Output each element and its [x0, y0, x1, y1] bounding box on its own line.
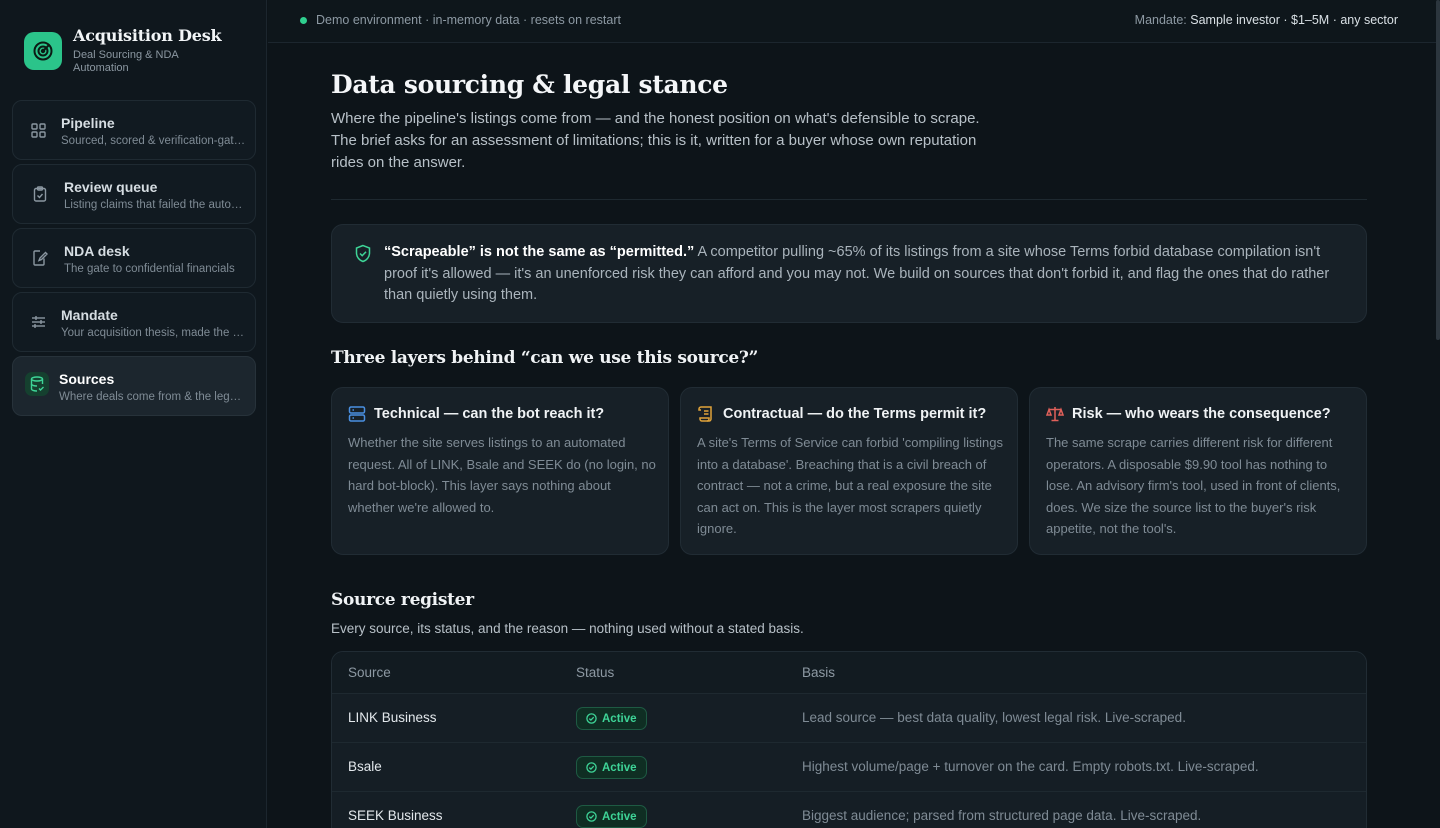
callout-text: “Scrapeable” is not the same as “permitt…: [384, 242, 1344, 307]
callout-strong: “Scrapeable” is not the same as “permitt…: [384, 244, 695, 260]
table-row[interactable]: LINK Business Active Lead source — best …: [332, 694, 1366, 743]
status-badge: Active: [576, 756, 647, 779]
status-label: Active: [602, 810, 637, 823]
status-dot-icon: [300, 16, 307, 24]
check-circle-icon: [586, 811, 597, 822]
column-header-source: Source: [348, 665, 391, 680]
database-check-icon: [25, 372, 49, 396]
sidebar-item-sources[interactable]: Sources Where deals come from & the lega…: [12, 356, 256, 416]
table-header: Source Status Basis: [332, 652, 1366, 694]
status-label: Active: [602, 712, 637, 725]
sidebar-item-label: Sources: [59, 371, 115, 387]
app-title: Acquisition Desk: [73, 26, 222, 45]
column-header-basis: Basis: [802, 665, 836, 680]
check-circle-icon: [586, 713, 597, 724]
page-intro: Where the pipeline's listings come from …: [331, 110, 980, 171]
mandate-summary[interactable]: Mandate: Sample investor · $1–5M · any s…: [1135, 13, 1398, 27]
layer-card-technical: Technical — can the bot reach it? Whethe…: [331, 387, 669, 555]
source-basis: Highest volume/page + turnover on the ca…: [802, 759, 1259, 774]
sidebar-item-desc: Sourced, scored & verification-gated lis…: [61, 135, 247, 147]
source-name: LINK Business: [348, 710, 437, 725]
sidebar-item-desc: Listing claims that failed the automated…: [64, 199, 244, 211]
sidebar-item-review-queue[interactable]: Review queue Listing claims that failed …: [12, 164, 256, 224]
sidebar-item-desc: Your acquisition thesis, made the filter: [61, 327, 247, 339]
column-header-status: Status: [576, 665, 615, 680]
layer-card-contractual: Contractual — do the Terms permit it? A …: [680, 387, 1018, 555]
status-badge: Active: [576, 707, 647, 730]
table-row[interactable]: SEEK Business Active Biggest audience; p…: [332, 792, 1366, 828]
divider: [331, 199, 1367, 200]
layer-title: Contractual — do the Terms permit it?: [723, 406, 987, 422]
source-register-table: Source Status Basis LINK Business Active…: [331, 651, 1367, 828]
sidebar-item-desc: Where deals come from & the legal stance: [59, 391, 245, 403]
sidebar-item-mandate[interactable]: Mandate Your acquisition thesis, made th…: [12, 292, 256, 352]
scroll-icon: [697, 405, 715, 428]
layers-grid: Technical — can the bot reach it? Whethe…: [331, 387, 1367, 555]
source-basis: Biggest audience; parsed from structured…: [802, 808, 1202, 823]
shield-check-icon: [354, 244, 372, 268]
register-heading: Source register: [331, 590, 474, 610]
status-label: Active: [602, 761, 637, 774]
check-circle-icon: [586, 762, 597, 773]
grid-icon: [29, 121, 47, 139]
layer-title: Technical — can the bot reach it?: [374, 406, 605, 422]
scales-icon: [1045, 405, 1065, 428]
sliders-icon: [29, 313, 47, 331]
sidebar-item-label: Pipeline: [61, 115, 115, 131]
layer-body: Whether the site serves listings to an a…: [348, 435, 656, 515]
register-subtitle: Every source, its status, and the reason…: [331, 621, 804, 636]
layer-title: Risk — who wears the consequence?: [1072, 406, 1331, 422]
clipboard-check-icon: [31, 185, 49, 203]
sidebar-nav: Pipeline Sourced, scored & verification-…: [12, 100, 256, 420]
layer-body: A site's Terms of Service can forbid 'co…: [697, 435, 1004, 536]
environment-text: Demo environment · in-memory data · rese…: [316, 13, 621, 27]
sidebar-item-label: NDA desk: [64, 243, 130, 259]
sidebar-item-nda-desk[interactable]: NDA desk The gate to confidential financ…: [12, 228, 256, 288]
source-name: Bsale: [348, 759, 382, 774]
source-name: SEEK Business: [348, 808, 443, 823]
document-pen-icon: [31, 249, 49, 267]
sidebar-item-label: Mandate: [61, 307, 118, 323]
app-subtitle: Deal Sourcing & NDA Automation: [73, 49, 179, 74]
warning-callout: “Scrapeable” is not the same as “permitt…: [331, 224, 1367, 323]
layer-card-risk: Risk — who wears the consequence? The sa…: [1029, 387, 1367, 555]
mandate-value: Sample investor · $1–5M · any sector: [1190, 13, 1398, 27]
layer-body: The same scrape carries different risk f…: [1046, 435, 1341, 536]
brand[interactable]: Acquisition Desk Deal Sourcing & NDA Aut…: [24, 26, 222, 75]
top-bar: Demo environment · in-memory data · rese…: [268, 0, 1436, 43]
sidebar-item-pipeline[interactable]: Pipeline Sourced, scored & verification-…: [12, 100, 256, 160]
status-badge: Active: [576, 805, 647, 828]
sidebar-item-label: Review queue: [64, 179, 158, 195]
radar-target-icon: [24, 32, 62, 70]
scrollbar-thumb[interactable]: [1436, 0, 1440, 340]
layers-heading: Three layers behind “can we use this sou…: [331, 348, 759, 368]
page-title: Data sourcing & legal stance: [331, 70, 728, 99]
source-basis: Lead source — best data quality, lowest …: [802, 710, 1186, 725]
server-icon: [348, 405, 366, 428]
sidebar: Acquisition Desk Deal Sourcing & NDA Aut…: [0, 0, 267, 828]
table-row[interactable]: Bsale Active Highest volume/page + turno…: [332, 743, 1366, 792]
scrollbar[interactable]: [1436, 0, 1440, 828]
sidebar-item-desc: The gate to confidential financials: [64, 263, 235, 275]
environment-indicator: Demo environment · in-memory data · rese…: [300, 13, 621, 27]
mandate-label: Mandate:: [1134, 13, 1187, 27]
